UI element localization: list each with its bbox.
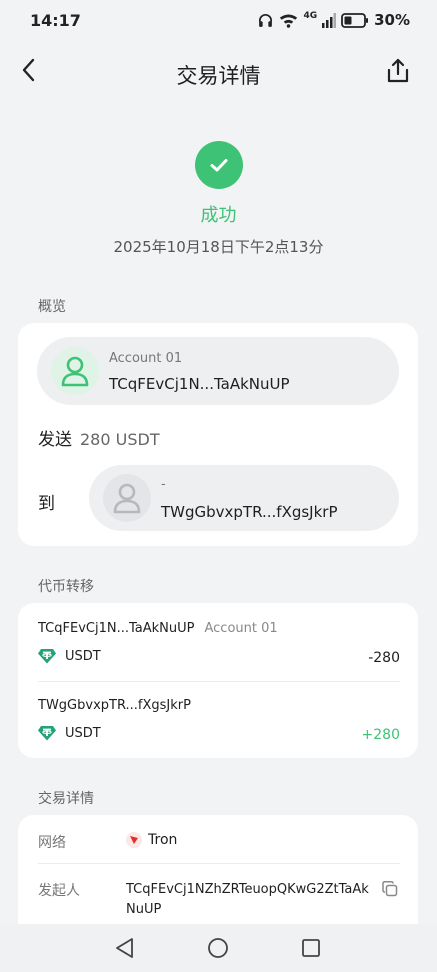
section-label-token-transfer: 代币转移 xyxy=(38,579,94,595)
section-label-overview: 概览 xyxy=(38,299,66,315)
copy-icon[interactable] xyxy=(382,881,398,897)
network-label: 网络 xyxy=(38,835,66,851)
send-line: 发送 280 USDT xyxy=(38,425,160,450)
transfer-from-token-name: USDT xyxy=(65,648,101,664)
battery-icon xyxy=(341,12,369,28)
battery-percent: 30% xyxy=(374,11,410,29)
initiator-label: 发起人 xyxy=(38,883,80,899)
status-icons: 4G 30% xyxy=(257,11,410,29)
section-label-details: 交易详情 xyxy=(38,791,94,807)
transaction-datetime: 2025年10月18日下午2点13分 xyxy=(113,238,324,256)
nav-back-icon[interactable] xyxy=(113,936,137,960)
initiator-address-line2: NuUP xyxy=(126,902,162,917)
headphones-icon xyxy=(259,13,273,27)
signal-icon xyxy=(322,12,337,28)
initiator-address: TCqFEvCj1NZhZRTeuopQKwG2ZtTaAk NuUP xyxy=(126,880,369,920)
initiator-address-line1: TCqFEvCj1NZhZRTeuopQKwG2ZtTaAk xyxy=(126,882,369,897)
transfer-to-token: USDT xyxy=(38,725,101,741)
network-value: Tron xyxy=(126,832,177,848)
tron-logo-icon xyxy=(126,832,142,848)
user-icon xyxy=(61,356,89,387)
success-check-icon xyxy=(195,141,243,189)
send-amount: 280 USDT xyxy=(80,430,160,449)
transfer-from-account: Account 01 xyxy=(204,621,278,636)
nav-recents-icon[interactable] xyxy=(299,936,323,960)
usdt-token-icon xyxy=(38,726,56,741)
overview-card: Account 01 TCqFEvCj1N...TaAkNuUP 发送 280 U… xyxy=(18,323,418,546)
transfer-from-row: TCqFEvCj1N...TaAkNuUP Account 01 xyxy=(38,621,400,636)
header: 交易详情 xyxy=(0,50,437,98)
send-label: 发送 xyxy=(38,430,72,450)
sender-pill[interactable]: Account 01 TCqFEvCj1N...TaAkNuUP xyxy=(37,337,399,405)
user-placeholder-icon xyxy=(113,483,141,514)
status-text: 成功 xyxy=(200,205,237,226)
network-type: 4G xyxy=(303,11,318,21)
screen: 14:17 4G 30% 交易详情 成功 2025年10月18日下午2点13分 … xyxy=(0,0,437,972)
sender-avatar xyxy=(51,347,99,395)
divider xyxy=(38,863,400,864)
transfer-to-address: TWgGbvxpTR...fXgsJkrP xyxy=(38,698,191,713)
sender-account-name: Account 01 xyxy=(109,351,183,366)
divider xyxy=(38,681,400,682)
sender-address: TCqFEvCj1N...TaAkNuUP xyxy=(109,375,290,393)
recipient-address: TWgGbvxpTR...fXgsJkrP xyxy=(161,503,338,521)
recipient-avatar xyxy=(103,474,151,522)
transfer-to-amount: +280 xyxy=(361,727,400,743)
token-transfer-card: TCqFEvCj1N...TaAkNuUP Account 01 USDT -28… xyxy=(18,603,418,758)
page-title: 交易详情 xyxy=(176,64,261,88)
transfer-from-amount: -280 xyxy=(368,650,400,666)
status-time: 14:17 xyxy=(30,11,81,30)
transfer-from-address: TCqFEvCj1N...TaAkNuUP xyxy=(38,621,195,636)
to-label: 到 xyxy=(38,494,55,514)
wifi-icon xyxy=(280,13,298,28)
system-nav-bar xyxy=(0,924,437,972)
transfer-from-token: USDT xyxy=(38,648,101,664)
share-icon[interactable] xyxy=(385,57,411,85)
nav-home-icon[interactable] xyxy=(206,936,230,960)
transfer-to-row: TWgGbvxpTR...fXgsJkrP xyxy=(38,698,400,713)
transfer-to-token-name: USDT xyxy=(65,725,101,741)
recipient-account-name: - xyxy=(161,477,166,492)
usdt-token-icon xyxy=(38,649,56,664)
recipient-pill[interactable]: - TWgGbvxpTR...fXgsJkrP xyxy=(89,465,399,531)
status-bar: 14:17 4G 30% xyxy=(0,0,437,40)
network-name: Tron xyxy=(148,832,178,848)
